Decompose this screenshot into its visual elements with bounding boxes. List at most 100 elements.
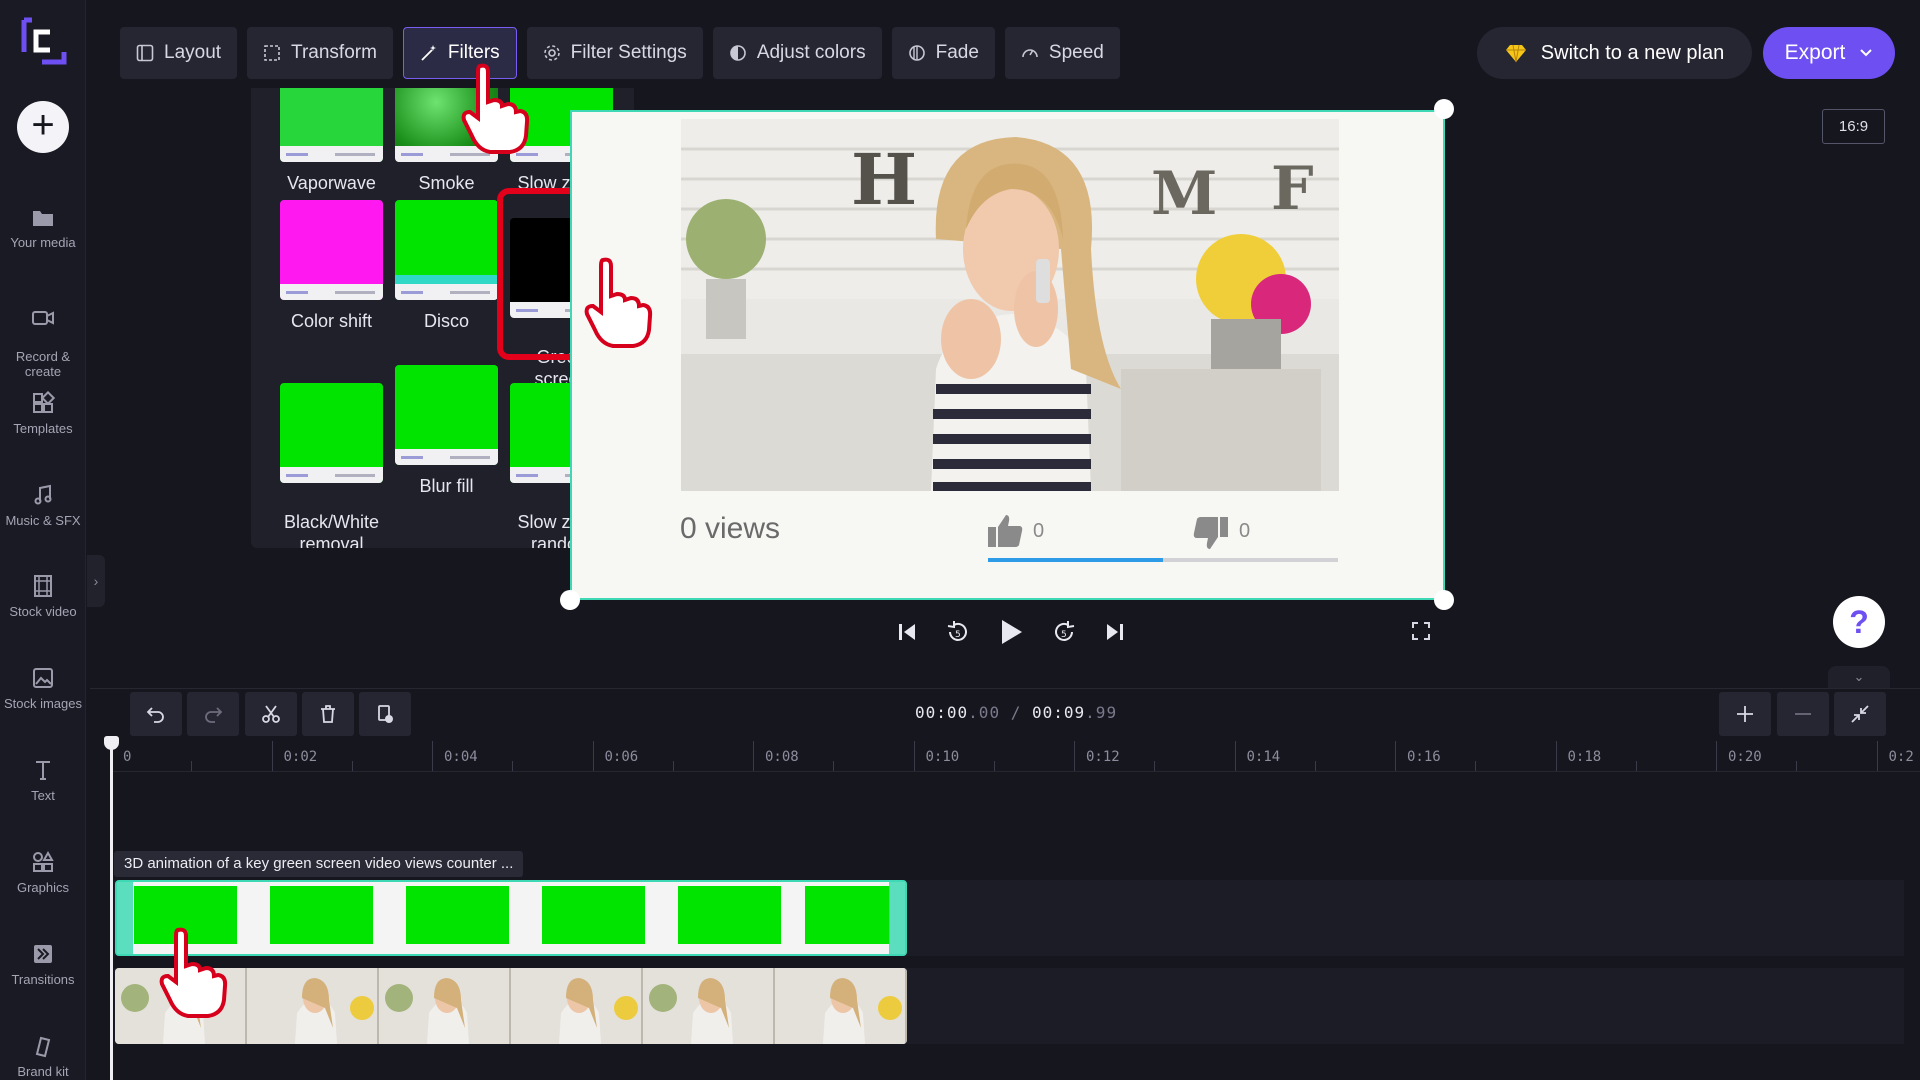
expand-panel-button[interactable]: › [87,555,105,607]
ruler-tick-minor [1635,761,1637,771]
tab-label: Speed [1048,42,1104,63]
ruler-tick-minor [672,761,674,771]
sidebar-item-your-media[interactable]: Your media [0,207,86,250]
filter-blur-fill[interactable]: Blur fill [395,365,498,497]
ruler-tick-minor [1314,761,1316,771]
filter-disco[interactable]: Disco [395,200,498,332]
redo-icon [205,707,223,723]
duplicate-icon [378,705,393,723]
export-button[interactable]: Export [1763,27,1895,79]
tab-label: Filters [447,42,500,63]
ruler-tick-major [1716,741,1717,771]
redo-button[interactable] [187,692,239,736]
ruler-label: 0:14 [1246,749,1281,765]
filter-label: Blur fill [419,476,474,496]
playhead[interactable] [104,736,119,1080]
resize-handle-top-right[interactable] [1434,99,1454,119]
transform-icon [264,45,280,61]
filter-label: Black/White removal [283,512,380,548]
clipchamp-logo[interactable] [18,16,68,66]
clip-frame [805,886,890,944]
sidebar-item-templates[interactable]: Templates [0,391,86,436]
sidebar-item-brand-kit[interactable]: Brand kit [0,1034,86,1079]
duplicate-button[interactable] [359,692,411,736]
tab-filter-settings[interactable]: Filter Settings [526,27,703,79]
clip-trim-handle-right[interactable] [889,882,905,954]
clip-frame [643,968,775,1044]
ruler-label: 0:18 [1567,749,1602,765]
ruler-label: 0:2 [1888,749,1914,765]
filter-label: Smoke [418,173,475,193]
sidebar-item-music-sfx[interactable]: Music & SFX [0,483,86,528]
green-screen-clip[interactable] [115,880,907,956]
fade-icon [908,45,925,61]
sidebar-item-transitions[interactable]: Transitions [0,942,86,987]
aspect-ratio-button[interactable]: 16:9 [1822,109,1885,144]
forward-5-icon[interactable]: 5 [1050,618,1078,646]
gear-icon [543,45,560,61]
pointer-hand-icon [159,927,228,1018]
video-clip[interactable] [115,968,907,1044]
clip-frame [406,886,509,944]
ruler-label: 0:10 [925,749,960,765]
clip-title-label: 3D animation of a key green screen video… [114,851,524,877]
undo-button[interactable] [130,692,182,736]
sidebar-item-label: Stock video [9,604,77,619]
tab-fade[interactable]: Fade [891,27,995,79]
ruler-label: 0:06 [604,749,639,765]
skip-to-end-icon[interactable] [1104,621,1126,643]
help-button[interactable]: ? [1833,596,1885,648]
sidebar-item-text[interactable]: Text [0,758,86,803]
tab-layout[interactable]: Layout [120,27,238,79]
resize-handle-bottom-right[interactable] [1434,590,1454,610]
sidebar-item-graphics[interactable]: Graphics [0,850,86,895]
brand-kit-icon [35,1036,51,1058]
sidebar-item-record-create[interactable]: Record & create [0,293,86,379]
split-button[interactable] [245,692,297,736]
text-icon [36,761,50,780]
filter-thumbnail [280,200,383,300]
filter-color-shift[interactable]: Color shift [280,200,383,332]
delete-button[interactable] [302,692,354,736]
tab-speed[interactable]: Speed [1004,27,1120,79]
ruler-tick-major [1395,741,1396,771]
resize-handle-bottom-left[interactable] [560,590,580,610]
fullscreen-icon[interactable] [1411,621,1431,641]
sidebar-item-stock-video[interactable]: Stock video [0,574,86,619]
transitions-icon [34,945,52,963]
ruler-tick-major [1555,741,1557,771]
sidebar-item-label: Record & create [15,349,71,379]
ruler-tick-minor [191,761,193,771]
collapse-timeline-button[interactable]: ⌄ [1828,666,1890,688]
sidebar-item-label: Graphics [16,880,70,895]
switch-plan-button[interactable]: Switch to a new plan [1477,27,1752,79]
play-icon[interactable] [998,618,1024,646]
ruler-tick-major [1074,741,1075,771]
skip-to-start-icon[interactable] [896,621,918,643]
total-time: 00:09 [1032,703,1086,722]
undo-icon [146,707,164,723]
tab-transform[interactable]: Transform [247,27,393,79]
current-time-fraction: .00 [968,703,1001,722]
trash-icon [321,705,335,723]
clip-trim-handle-left[interactable] [117,882,133,954]
filter-thumbnail [395,365,498,465]
add-media-button[interactable]: + [17,101,69,153]
filter-label: Vaporwave [287,173,376,193]
rewind-5-icon[interactable]: 5 [944,618,972,646]
zoom-out-button[interactable] [1777,692,1829,736]
tab-adjust-colors[interactable]: Adjust colors [712,27,882,79]
music-note-icon [34,484,52,505]
ruler-label: 0:16 [1407,749,1441,765]
sidebar-item-stock-images[interactable]: Stock images [0,666,86,711]
current-time: 00:00 [915,703,969,722]
video-preview-canvas[interactable]: H M F 0 views 0 0 [570,110,1445,600]
filter-vaporwave[interactable]: Vaporwave [280,88,383,194]
layout-icon [136,44,154,62]
zoom-in-button[interactable] [1719,692,1771,736]
fit-timeline-button[interactable] [1834,692,1886,736]
sidebar-item-label: Brand kit [17,1064,69,1079]
clip-frame [511,968,643,1044]
time-separator: / [1010,703,1022,722]
filter-black-white-removal[interactable]: Black/White removal [280,365,383,548]
